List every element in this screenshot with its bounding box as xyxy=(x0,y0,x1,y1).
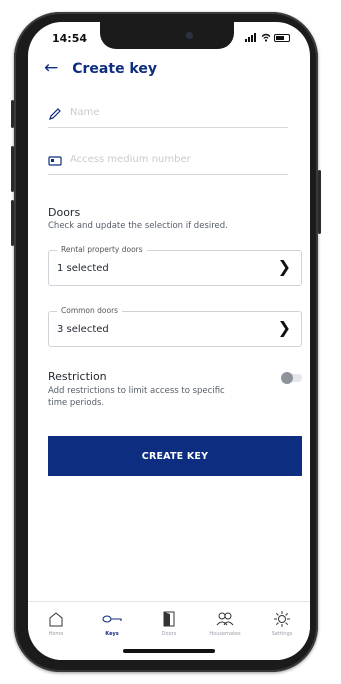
people-icon xyxy=(216,612,234,626)
chevron-right-icon: ❯ xyxy=(277,257,291,276)
home-indicator xyxy=(123,649,215,653)
tab-home[interactable]: Home xyxy=(28,610,84,637)
tab-label: Housemates xyxy=(209,631,241,637)
battery-icon xyxy=(274,33,290,42)
house-icon xyxy=(49,612,63,627)
phone-side-button xyxy=(318,170,321,234)
access-medium-input[interactable] xyxy=(70,152,280,167)
restriction-toggle[interactable] xyxy=(281,372,302,384)
rental-doors-select[interactable]: Rental property doors 1 selected ❯ xyxy=(48,245,302,286)
phone-side-button xyxy=(11,100,14,128)
common-doors-select[interactable]: Common doors 3 selected ❯ xyxy=(48,306,302,347)
phone-side-button xyxy=(11,200,14,246)
header: ← Create key xyxy=(44,60,157,77)
rental-doors-value: 1 selected xyxy=(57,263,109,274)
tab-settings[interactable]: Settings xyxy=(254,610,310,637)
page-title: Create key xyxy=(72,60,157,77)
common-doors-label: Common doors xyxy=(57,306,123,315)
wifi-icon xyxy=(261,33,271,42)
tab-label: Settings xyxy=(271,631,293,637)
tab-label: Keys xyxy=(105,631,119,637)
status-time: 14:54 xyxy=(52,32,88,45)
toggle-knob xyxy=(281,372,293,384)
back-arrow-icon[interactable]: ← xyxy=(44,60,58,77)
tab-label: Doors xyxy=(161,631,177,637)
rental-doors-label: Rental property doors xyxy=(57,245,147,254)
key-icon xyxy=(102,615,122,623)
access-medium-field[interactable] xyxy=(48,152,288,175)
tab-label: Home xyxy=(48,631,64,637)
status-icons xyxy=(245,33,290,42)
door-icon xyxy=(163,611,175,627)
restriction-title: Restriction xyxy=(48,370,107,383)
doors-title: Doors xyxy=(48,206,81,219)
create-key-button[interactable]: CREATE KEY xyxy=(48,436,302,476)
restriction-subtitle: Add restrictions to limit access to spec… xyxy=(48,386,225,408)
notch xyxy=(100,22,234,49)
chevron-right-icon: ❯ xyxy=(277,318,291,337)
signal-icon xyxy=(245,33,258,42)
name-field[interactable] xyxy=(48,105,288,128)
tab-doors[interactable]: Doors xyxy=(141,610,197,637)
gear-icon xyxy=(274,611,290,627)
tab-keys[interactable]: Keys xyxy=(84,610,140,637)
id-card-icon xyxy=(48,156,62,166)
name-input[interactable] xyxy=(70,105,280,120)
app-screen: 14:54 ← Create key Doors Check and updat… xyxy=(28,22,310,660)
common-doors-value: 3 selected xyxy=(57,324,109,335)
camera-icon xyxy=(186,32,193,39)
pencil-icon xyxy=(49,108,61,120)
phone-side-button xyxy=(11,146,14,192)
doors-subtitle: Check and update the selection if desire… xyxy=(48,221,228,231)
tab-housemates[interactable]: Housemates xyxy=(197,610,253,637)
